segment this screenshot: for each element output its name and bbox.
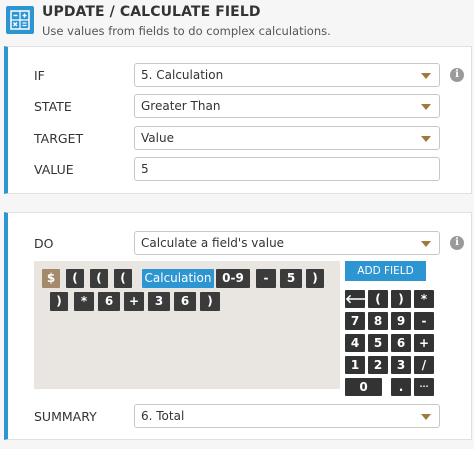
keypad-key[interactable]: 1 — [345, 356, 365, 374]
formula-token[interactable]: - — [256, 269, 276, 288]
keypad-key[interactable]: 6 — [391, 334, 411, 352]
value-input[interactable]: 5 — [134, 157, 440, 181]
keypad-key[interactable]: 3 — [391, 356, 411, 374]
formula-token[interactable]: 6 — [98, 292, 120, 311]
keypad-key[interactable]: - — [414, 312, 434, 330]
formula-token[interactable]: ) — [200, 292, 220, 311]
info-icon[interactable]: i — [450, 236, 464, 250]
if-label: IF — [34, 68, 45, 83]
keypad-key[interactable]: ( — [368, 290, 388, 308]
target-select-value: Value — [141, 131, 174, 145]
action-panel: DO Calculate a field's value i $ ( ( ( C… — [4, 212, 472, 440]
chevron-down-icon — [421, 241, 431, 247]
summary-select[interactable]: 6. Total — [134, 404, 440, 428]
if-select[interactable]: 5. Calculation — [134, 63, 440, 87]
formula-token[interactable]: ( — [90, 269, 108, 288]
do-label: DO — [34, 236, 54, 251]
target-select[interactable]: Value — [134, 126, 440, 150]
info-icon[interactable]: i — [450, 68, 464, 82]
formula-token[interactable]: + — [124, 292, 144, 311]
keypad-key[interactable]: 4 — [345, 334, 365, 352]
formula-token[interactable]: 3 — [148, 292, 170, 311]
keypad-key[interactable]: / — [414, 356, 434, 374]
chevron-down-icon — [421, 414, 431, 420]
keypad-key[interactable]: 7 — [345, 312, 365, 330]
formula-editor[interactable]: $ ( ( ( Calculation 0-9 - 5 ) ) * 6 + 3 … — [34, 261, 340, 389]
target-label: TARGET — [34, 131, 84, 146]
formula-token[interactable]: $ — [42, 269, 60, 288]
backspace-key[interactable]: 🡐 — [345, 290, 377, 308]
formula-token[interactable]: * — [74, 292, 94, 311]
state-select-value: Greater Than — [141, 99, 221, 113]
formula-token[interactable]: 5 — [280, 269, 302, 288]
keypad-key[interactable]: 9 — [391, 312, 411, 330]
keypad-key[interactable]: 8 — [368, 312, 388, 330]
summary-label: SUMMARY — [34, 409, 97, 424]
state-label: STATE — [34, 99, 72, 114]
keypad-key[interactable]: + — [414, 334, 434, 352]
keypad-key[interactable]: 2 — [368, 356, 388, 374]
chevron-down-icon — [421, 136, 431, 142]
chevron-down-icon — [421, 104, 431, 110]
keypad-key[interactable]: ) — [391, 290, 411, 308]
chevron-down-icon — [421, 73, 431, 79]
calculator-icon — [6, 6, 34, 34]
page-subtitle: Use values from fields to do complex cal… — [42, 24, 331, 38]
formula-token[interactable]: 6 — [174, 292, 196, 311]
summary-select-value: 6. Total — [141, 409, 185, 423]
condition-panel: IF 5. Calculation i STATE Greater Than T… — [4, 46, 472, 194]
value-label: VALUE — [34, 162, 74, 177]
do-select[interactable]: Calculate a field's value — [134, 231, 440, 255]
formula-field-token[interactable]: Calculation — [142, 269, 214, 288]
formula-token[interactable]: ( — [114, 269, 132, 288]
formula-token[interactable]: ) — [50, 292, 68, 311]
formula-token[interactable]: ( — [66, 269, 84, 288]
keypad-key[interactable]: . — [391, 378, 411, 396]
formula-token[interactable]: 0-9 — [216, 269, 250, 288]
formula-token[interactable]: ) — [306, 269, 324, 288]
header: UPDATE / CALCULATE FIELD Use values from… — [0, 0, 474, 44]
add-field-button[interactable]: ADD FIELD — [345, 261, 426, 281]
if-select-value: 5. Calculation — [141, 68, 224, 82]
page-title: UPDATE / CALCULATE FIELD — [42, 4, 261, 20]
do-select-value: Calculate a field's value — [141, 236, 285, 250]
more-key[interactable]: ··· — [414, 378, 434, 396]
keypad-key[interactable]: * — [414, 290, 434, 308]
state-select[interactable]: Greater Than — [134, 94, 440, 118]
keypad-key[interactable]: 5 — [368, 334, 388, 352]
keypad-key[interactable]: 0 — [345, 378, 382, 396]
